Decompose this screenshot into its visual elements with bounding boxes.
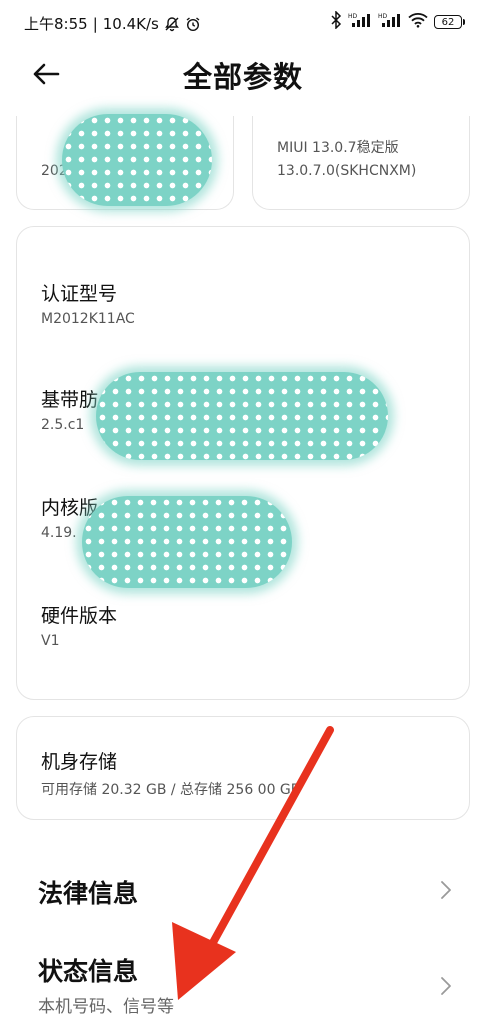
svg-text:HD: HD <box>378 13 388 20</box>
privacy-mask-1 <box>62 114 212 206</box>
status-separator: | <box>92 14 98 33</box>
signal-hd-icon: HD <box>348 12 372 32</box>
storage-card[interactable]: 机身存储 可用存储 20.32 GB / 总存储 256 00 GB <box>16 716 470 820</box>
wifi-icon <box>408 12 428 32</box>
storage-label: 机身存储 <box>41 751 118 773</box>
bell-muted-icon <box>164 16 180 32</box>
baseband-label: 基带肪 <box>41 389 99 411</box>
status-time: 上午8:55 <box>24 15 88 33</box>
status-speed: 10.4K/s <box>102 14 159 33</box>
privacy-mask-3 <box>82 496 292 588</box>
bluetooth-icon <box>330 10 342 33</box>
storage-value: 可用存储 20.32 GB / 总存储 256 00 GB <box>41 782 301 798</box>
kernel-value: 4.19. <box>41 525 77 541</box>
alarm-icon <box>185 16 201 32</box>
cert-model-value: M2012K11AC <box>41 311 135 327</box>
miui-version-line2: 13.0.7.0(SKHCNXM) <box>277 163 417 179</box>
status-info-row[interactable]: 状态信息 本机号码、信号等 <box>0 934 486 1020</box>
chevron-right-icon <box>441 881 451 899</box>
status-bar: 上午8:55 | 10.4K/s HD HD 62 <box>0 0 486 44</box>
status-info-title: 状态信息 <box>38 957 139 986</box>
privacy-mask-2 <box>96 372 388 460</box>
chevron-right-icon <box>441 977 451 995</box>
app-header: 全部参数 <box>0 44 486 104</box>
hardware-label: 硬件版本 <box>41 605 118 627</box>
miui-version-line1: MIUI 13.0.7稳定版 <box>277 140 399 156</box>
status-info-subtitle: 本机号码、信号等 <box>38 997 174 1017</box>
cert-model-label: 认证型号 <box>41 283 118 305</box>
hardware-value: V1 <box>41 633 60 649</box>
legal-info-row[interactable]: 法律信息 <box>0 850 486 930</box>
device-info-card: 认证型号 M2012K11AC 基带肪 2.5.c1 内核版 4.19. 硬件版… <box>16 226 470 700</box>
status-left: 上午8:55 | 10.4K/s <box>24 13 201 34</box>
legal-info-title: 法律信息 <box>38 879 139 908</box>
baseband-value: 2.5.c1 <box>41 417 85 433</box>
page-title: 全部参数 <box>182 60 303 94</box>
battery-icon: 62 <box>434 15 465 29</box>
svg-text:HD: HD <box>348 13 358 20</box>
signal-hd-icon-2: HD <box>378 12 402 32</box>
status-right: HD HD 62 <box>330 10 465 33</box>
